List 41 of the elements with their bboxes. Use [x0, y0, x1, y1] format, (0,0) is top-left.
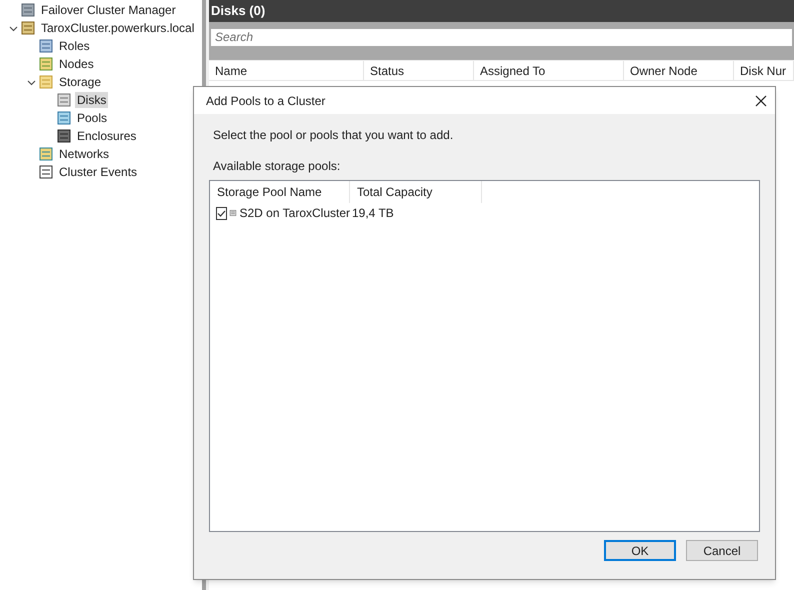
server-icon	[56, 128, 72, 144]
column-header[interactable]: Disk Nur	[734, 61, 794, 80]
close-icon[interactable]	[755, 94, 767, 106]
tree-item[interactable]: Roles	[57, 38, 92, 54]
server-icon	[38, 146, 54, 162]
log-icon	[38, 164, 54, 180]
instruction-text: Select the pool or pools that you want to add.	[212, 127, 454, 144]
search-field[interactable]: Search	[211, 28, 792, 46]
column-header[interactable]: Total Capacity	[350, 181, 482, 203]
tree-item[interactable]: Disks	[75, 92, 108, 108]
dialog-title: Add Pools to a Cluster	[206, 92, 326, 110]
server-icon	[38, 38, 54, 54]
ok-button[interactable]: OK	[604, 540, 676, 561]
column-header[interactable]: Status	[364, 61, 474, 80]
check-icon	[217, 208, 226, 218]
column-header[interactable]: Name	[209, 61, 364, 80]
tree-item[interactable]: Nodes	[57, 56, 96, 72]
column-header[interactable]: Storage Pool Name	[210, 181, 350, 203]
list-label: Available storage pools:	[212, 158, 342, 175]
tree-item[interactable]: Pools	[75, 110, 110, 126]
checkbox[interactable]	[216, 206, 227, 220]
table-cell-text: S2D on TaroxCluster	[240, 205, 350, 222]
server-icon	[56, 110, 72, 126]
tree-item[interactable]: Failover Cluster Manager	[39, 2, 178, 18]
cancel-button[interactable]: Cancel	[686, 540, 758, 561]
tree-item[interactable]: TaroxCluster.powerkurs.local	[39, 20, 196, 36]
server-icon	[20, 2, 36, 18]
tree-item[interactable]: Cluster Events	[57, 164, 140, 180]
chevron-icon[interactable]	[26, 78, 36, 86]
server-icon	[56, 92, 72, 108]
panel-title: Disks (0)	[211, 2, 266, 20]
tree-item[interactable]: Enclosures	[75, 128, 138, 144]
table-cell-text: 19,4 TB	[351, 205, 394, 222]
tree-item[interactable]: Storage	[57, 74, 104, 90]
column-header[interactable]: Assigned To	[474, 61, 624, 80]
chevron-icon[interactable]	[8, 24, 18, 32]
server-icon	[20, 20, 36, 36]
server-icon	[38, 56, 54, 72]
folder-icon	[38, 74, 54, 90]
column-header[interactable]: Owner Node	[624, 61, 734, 80]
tree-item[interactable]: Networks	[57, 146, 112, 162]
